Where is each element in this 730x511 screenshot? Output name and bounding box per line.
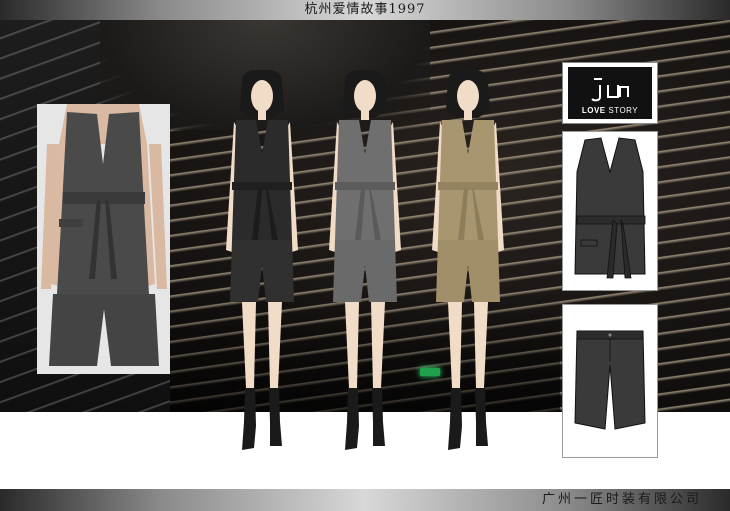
reference-photo xyxy=(37,104,170,374)
company-name: 广州一匠时装有限公司 xyxy=(541,492,702,507)
vest-sketch xyxy=(562,131,658,291)
figure-charcoal xyxy=(212,70,312,460)
logo-brand-suffix: STORY xyxy=(608,106,639,115)
figure-khaki xyxy=(418,70,518,460)
logo-brand: LOVE xyxy=(581,106,606,115)
page-title: 杭州爱情故事1997 xyxy=(304,2,426,17)
logo-text: LOVE STORY xyxy=(568,106,652,115)
figure-grey xyxy=(315,70,415,460)
love-story-logo: LOVE STORY xyxy=(562,62,658,124)
shorts-sketch xyxy=(562,304,658,458)
logo-mark: LOVE STORY xyxy=(568,67,652,119)
